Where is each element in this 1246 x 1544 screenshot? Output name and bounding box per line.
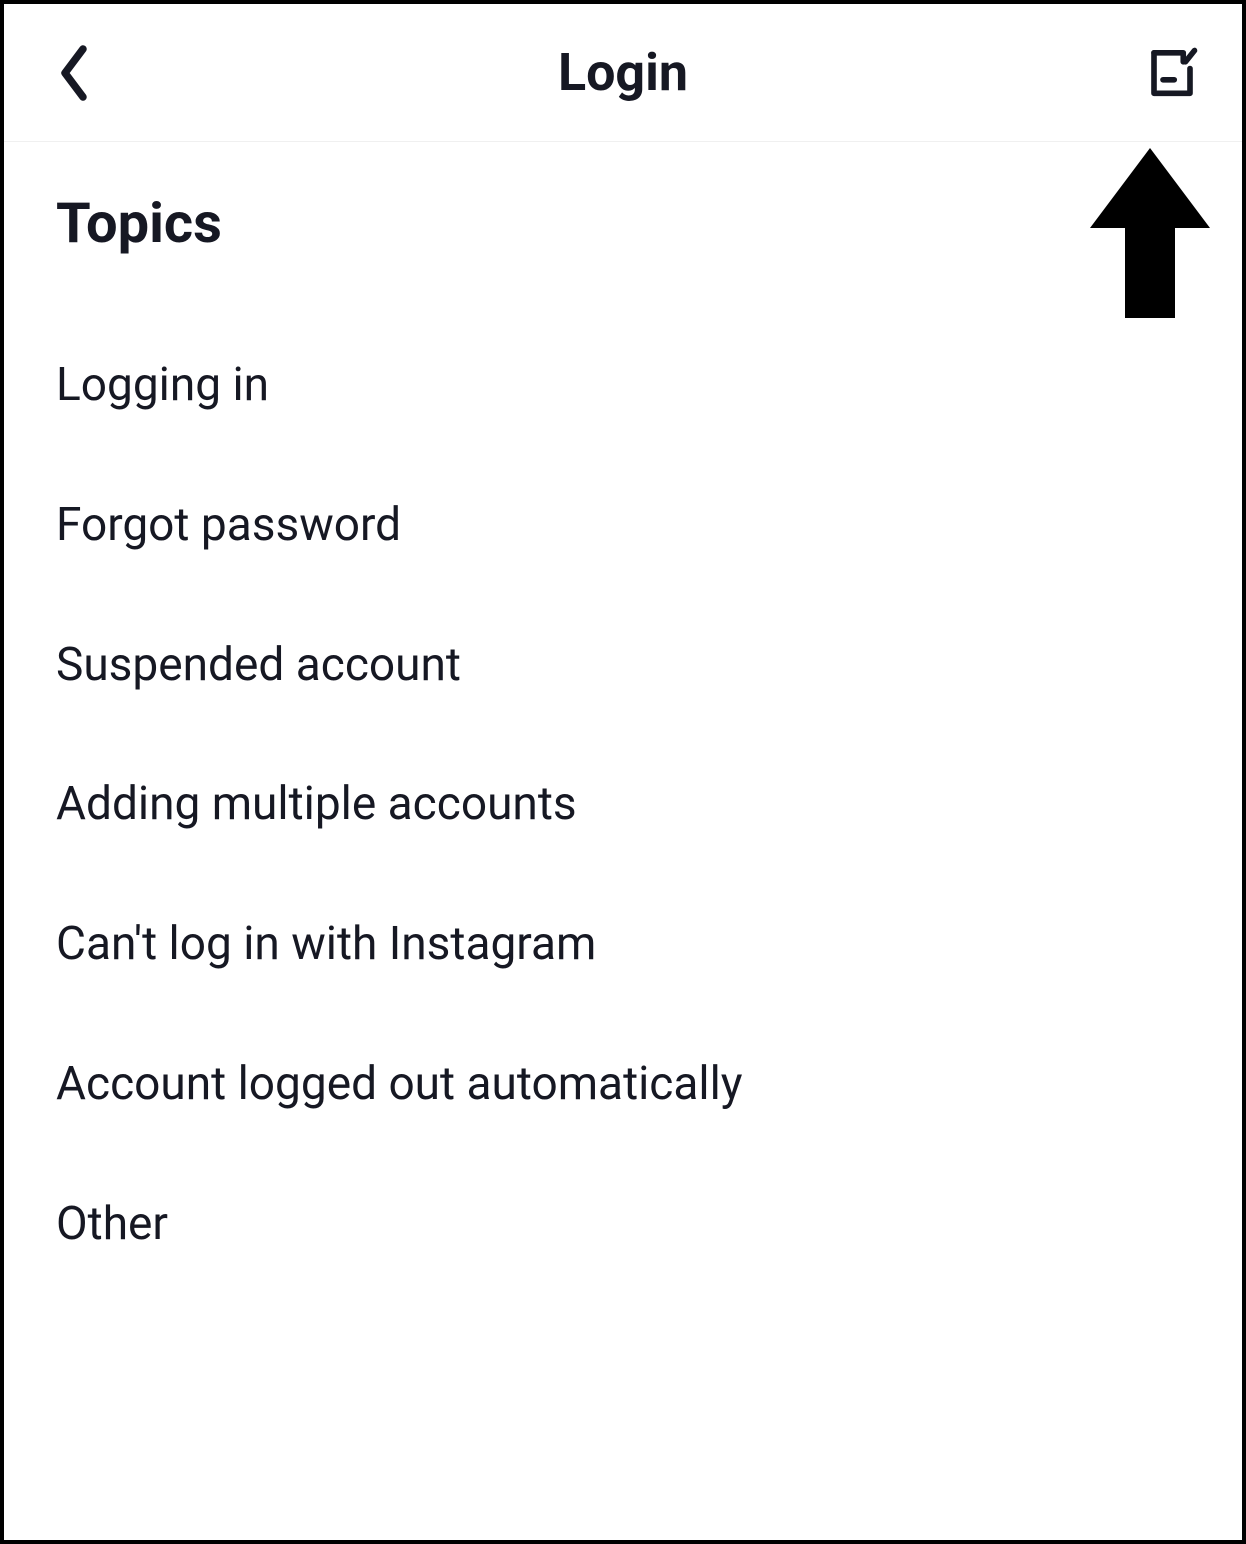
content: Topics Logging in Forgot password Suspen…: [4, 142, 1242, 1343]
report-button[interactable]: [1142, 43, 1202, 103]
report-icon: [1145, 46, 1199, 100]
page-title: Login: [558, 42, 688, 103]
arrow-up-annotation: [1090, 148, 1210, 318]
topic-list: Logging in Forgot password Suspended acc…: [56, 316, 1190, 1295]
header: Login: [4, 4, 1242, 142]
topic-item-adding-multiple-accounts[interactable]: Adding multiple accounts: [56, 735, 1190, 875]
arrow-up-icon: [1090, 148, 1210, 318]
chevron-left-icon: [56, 43, 92, 103]
topic-item-forgot-password[interactable]: Forgot password: [56, 456, 1190, 596]
topic-item-cant-log-in-instagram[interactable]: Can't log in with Instagram: [56, 875, 1190, 1015]
topic-item-logging-in[interactable]: Logging in: [56, 316, 1190, 456]
topic-item-account-logged-out[interactable]: Account logged out automatically: [56, 1015, 1190, 1155]
topic-item-suspended-account[interactable]: Suspended account: [56, 596, 1190, 736]
section-title: Topics: [56, 190, 1190, 256]
back-button[interactable]: [44, 43, 104, 103]
topic-item-other[interactable]: Other: [56, 1155, 1190, 1295]
